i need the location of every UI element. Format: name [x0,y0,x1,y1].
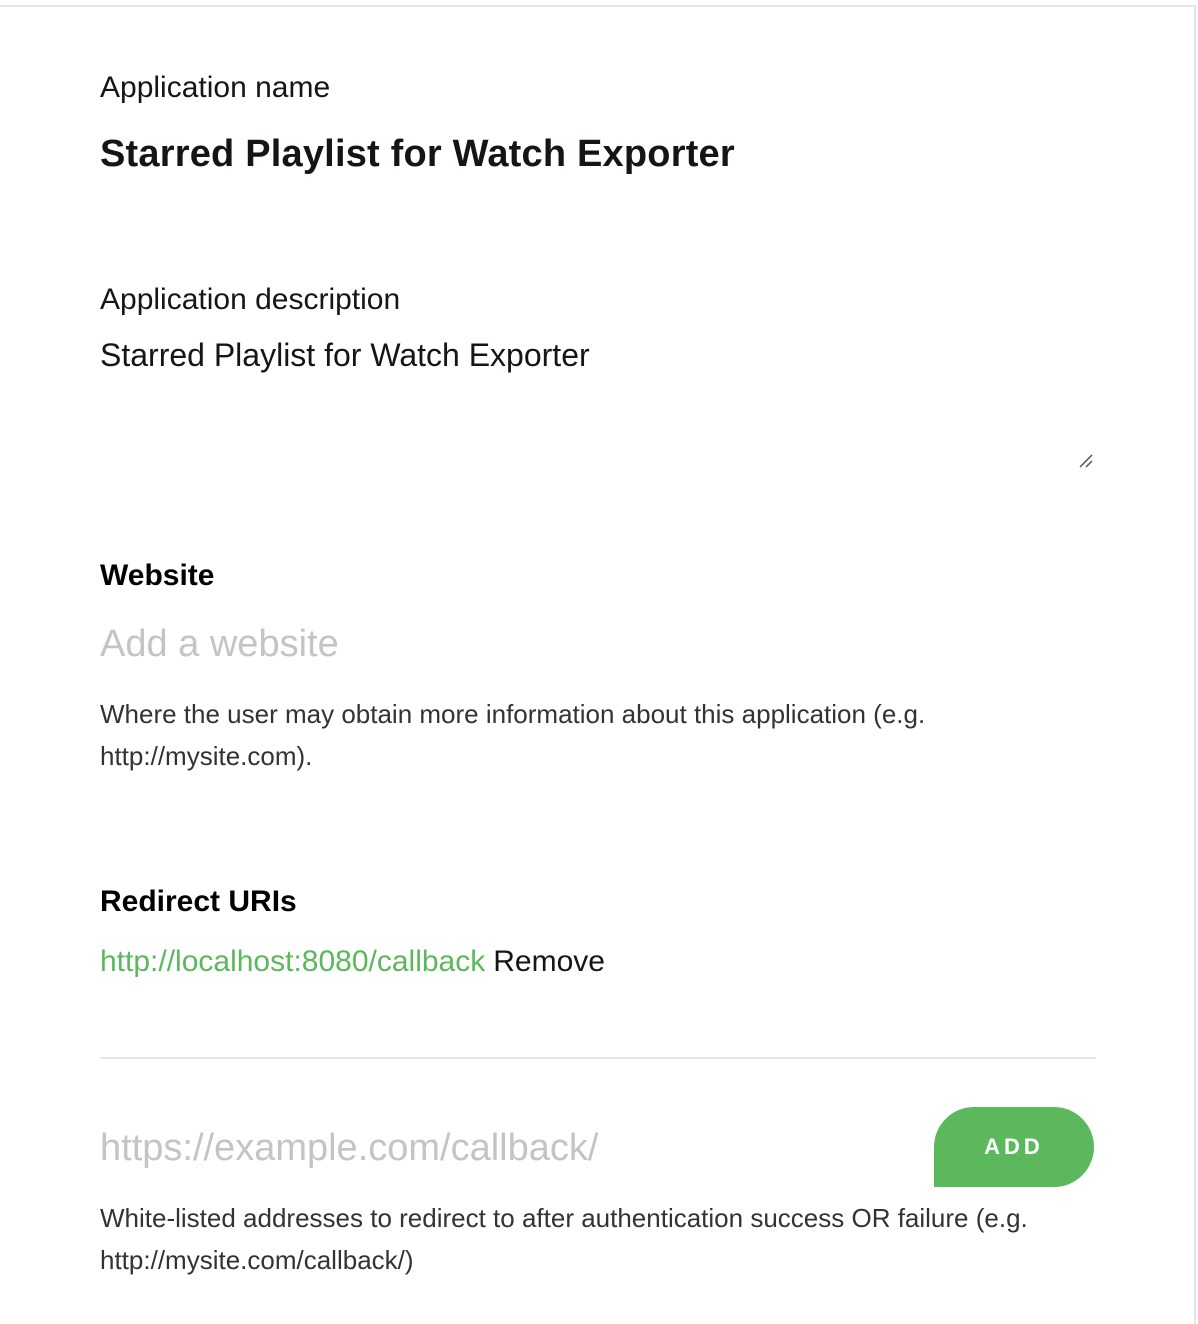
website-heading: Website [100,559,215,592]
website-input[interactable] [100,619,1096,669]
add-redirect-uri-button[interactable]: ADD [934,1107,1094,1187]
new-redirect-uri-input[interactable] [100,1123,900,1173]
redirect-uri-link[interactable]: http://localhost:8080/callback [100,945,485,978]
divider [100,1057,1096,1059]
website-help-text: Where the user may obtain more informati… [100,699,926,771]
app-settings-panel: Application name Starred Playlist for Wa… [0,5,1196,1324]
redirect-uri-item: http://localhost:8080/callback Remove [100,945,605,979]
application-name-value: Starred Playlist for Watch Exporter [100,133,735,175]
textarea-resize-icon[interactable] [1078,453,1094,469]
application-description-field[interactable] [100,337,1096,473]
application-name-label: Application name [100,71,331,104]
redirect-uris-heading: Redirect URIs [100,885,297,918]
redirect-uris-help-text: White-listed addresses to redirect to af… [100,1203,1028,1275]
remove-redirect-uri-button[interactable]: Remove [493,945,605,978]
application-description-label: Application description [100,283,401,316]
